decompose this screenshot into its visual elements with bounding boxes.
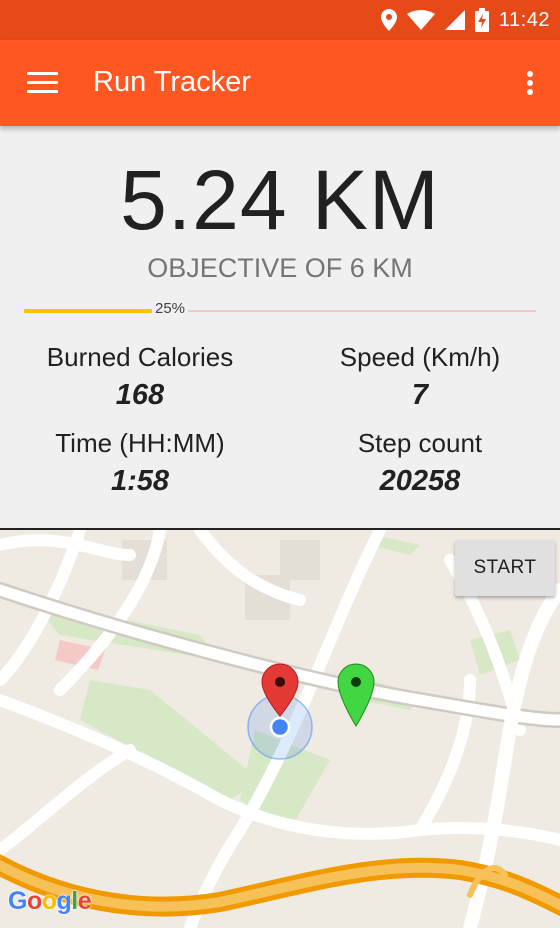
stats-panel: 5.24 KM OBJECTIVE OF 6 KM 25% Burned Cal… <box>0 126 560 528</box>
stat-burned-calories: Burned Calories 168 <box>0 342 280 412</box>
start-button[interactable]: START <box>455 540 555 596</box>
location-icon <box>380 9 397 31</box>
hamburger-menu-icon[interactable] <box>22 63 62 103</box>
battery-charging-icon <box>474 8 489 32</box>
stat-step-count: Step count 20258 <box>280 428 560 498</box>
app-toolbar: Run Tracker <box>0 40 560 126</box>
stat-label: Time (HH:MM) <box>55 428 225 458</box>
stat-value: 1:58 <box>110 465 170 497</box>
wifi-icon <box>406 10 435 30</box>
progress-percent-label: 25% <box>152 300 189 317</box>
stat-speed: Speed (Km/h) 7 <box>280 342 560 412</box>
stat-label: Step count <box>357 428 483 458</box>
progress-fill <box>24 309 152 313</box>
status-bar: 11:42 <box>0 0 560 40</box>
app-title: Run Tracker <box>93 66 251 98</box>
stat-time: Time (HH:MM) 1:58 <box>0 428 280 498</box>
cell-signal-icon <box>444 10 465 30</box>
stat-value: 20258 <box>379 465 461 497</box>
stat-value: 7 <box>411 379 429 411</box>
objective-progress-bar: 25% <box>24 300 536 317</box>
green-marker-icon <box>337 663 375 727</box>
current-location-dot <box>269 716 291 738</box>
stat-label: Burned Calories <box>46 342 234 372</box>
objective-label: OBJECTIVE OF 6 KM <box>147 253 413 283</box>
map-view[interactable]: START Google <box>0 530 560 928</box>
stat-label: Speed (Km/h) <box>339 342 501 372</box>
clock-time: 11:42 <box>498 8 550 31</box>
stat-value: 168 <box>115 379 165 411</box>
app-screen: 11:42 Run Tracker 5.24 KM OBJECTIVE OF 6… <box>0 0 560 928</box>
building-block <box>280 540 320 580</box>
more-vert-icon[interactable] <box>518 63 542 103</box>
distance-value: 5.24 KM <box>120 153 440 247</box>
google-logo: Google <box>8 887 92 915</box>
